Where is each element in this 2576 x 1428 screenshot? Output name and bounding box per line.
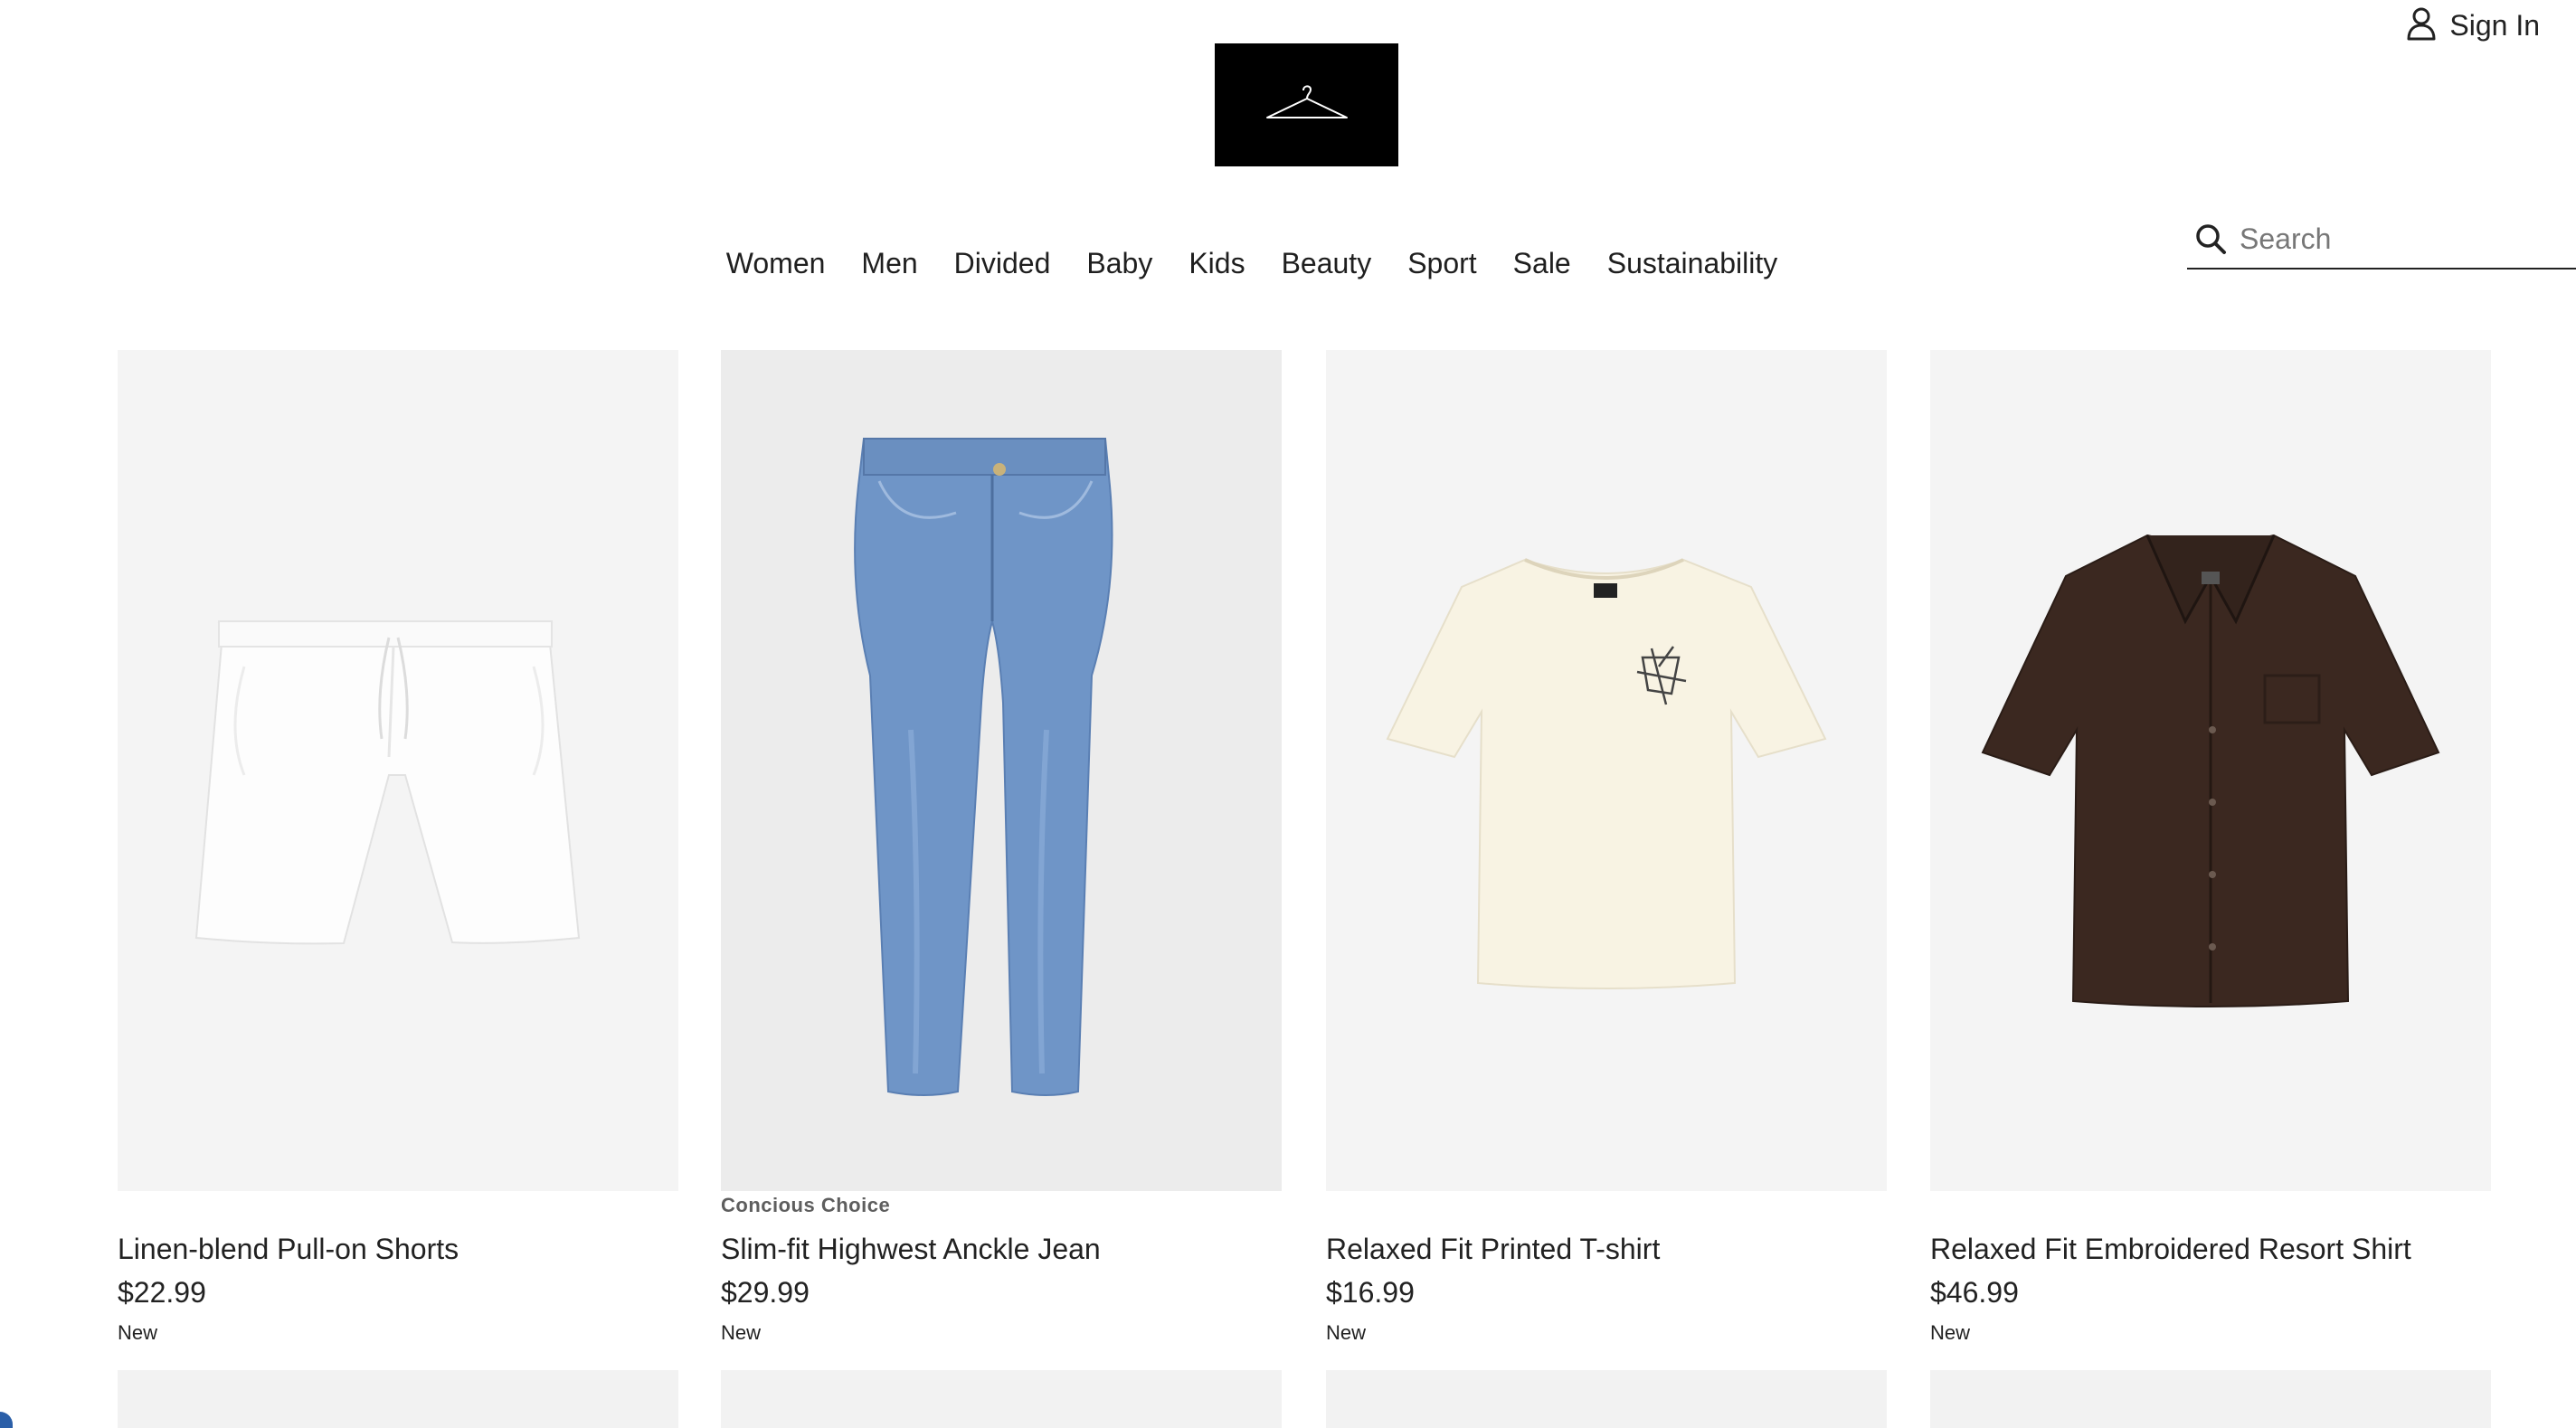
nav-item-kids[interactable]: Kids [1189, 247, 1245, 280]
search-input[interactable] [2240, 222, 2547, 256]
product-image[interactable] [118, 350, 678, 1191]
search-bar [2187, 210, 2576, 270]
product-image[interactable] [1930, 1370, 2491, 1428]
product-price: $22.99 [118, 1276, 206, 1309]
product-badge: New [118, 1321, 158, 1344]
nav-item-sport[interactable]: Sport [1407, 247, 1476, 280]
jeans-illustration [854, 438, 1113, 1096]
product-image[interactable] [118, 1370, 678, 1428]
nav-item-women[interactable]: Women [726, 247, 826, 280]
sign-in-link[interactable]: Sign In [2406, 4, 2540, 47]
product-image[interactable] [721, 350, 1282, 1191]
tshirt-illustration [1386, 558, 1827, 989]
product-badge: New [721, 1321, 762, 1344]
product-price: $16.99 [1326, 1276, 1415, 1309]
shirt-illustration [1981, 534, 2440, 1007]
product-name[interactable]: Linen-blend Pull-on Shorts [118, 1233, 459, 1266]
product-name[interactable]: Relaxed Fit Printed T-shirt [1326, 1233, 1660, 1266]
nav-item-sale[interactable]: Sale [1513, 247, 1571, 280]
product-image[interactable] [1930, 350, 2491, 1191]
store-logo[interactable] [1215, 43, 1398, 166]
nav-item-beauty[interactable]: Beauty [1282, 247, 1372, 280]
product-badge: New [1326, 1321, 1367, 1344]
product-card[interactable]: Concious Choice Slim-fit Highwest Anckle… [721, 350, 1282, 1381]
nav-item-baby[interactable]: Baby [1086, 247, 1152, 280]
product-badge: New [1930, 1321, 1971, 1344]
product-name[interactable]: Slim-fit Highwest Anckle Jean [721, 1233, 1101, 1266]
sign-in-label: Sign In [2449, 8, 2540, 42]
product-tag: Concious Choice [721, 1194, 891, 1216]
product-image[interactable] [1326, 1370, 1887, 1428]
shorts-illustration [194, 620, 581, 945]
window-corner [0, 1412, 13, 1428]
nav-item-sustainability[interactable]: Sustainability [1607, 247, 1778, 280]
product-card[interactable]: Linen-blend Pull-on Shorts $22.99 New [118, 350, 678, 1381]
product-card[interactable]: Relaxed Fit Printed T-shirt $16.99 New [1326, 350, 1887, 1381]
product-image[interactable] [721, 1370, 1282, 1428]
user-icon [2406, 6, 2437, 45]
search-icon[interactable] [2194, 222, 2227, 255]
nav-item-men[interactable]: Men [861, 247, 917, 280]
product-image[interactable] [1326, 350, 1887, 1191]
nav-item-divided[interactable]: Divided [954, 247, 1051, 280]
product-name[interactable]: Relaxed Fit Embroidered Resort Shirt [1930, 1233, 2411, 1266]
clothes-hanger-icon [1264, 83, 1350, 128]
product-price: $29.99 [721, 1276, 810, 1309]
product-card[interactable]: Relaxed Fit Embroidered Resort Shirt $46… [1930, 350, 2491, 1381]
product-price: $46.99 [1930, 1276, 2019, 1309]
